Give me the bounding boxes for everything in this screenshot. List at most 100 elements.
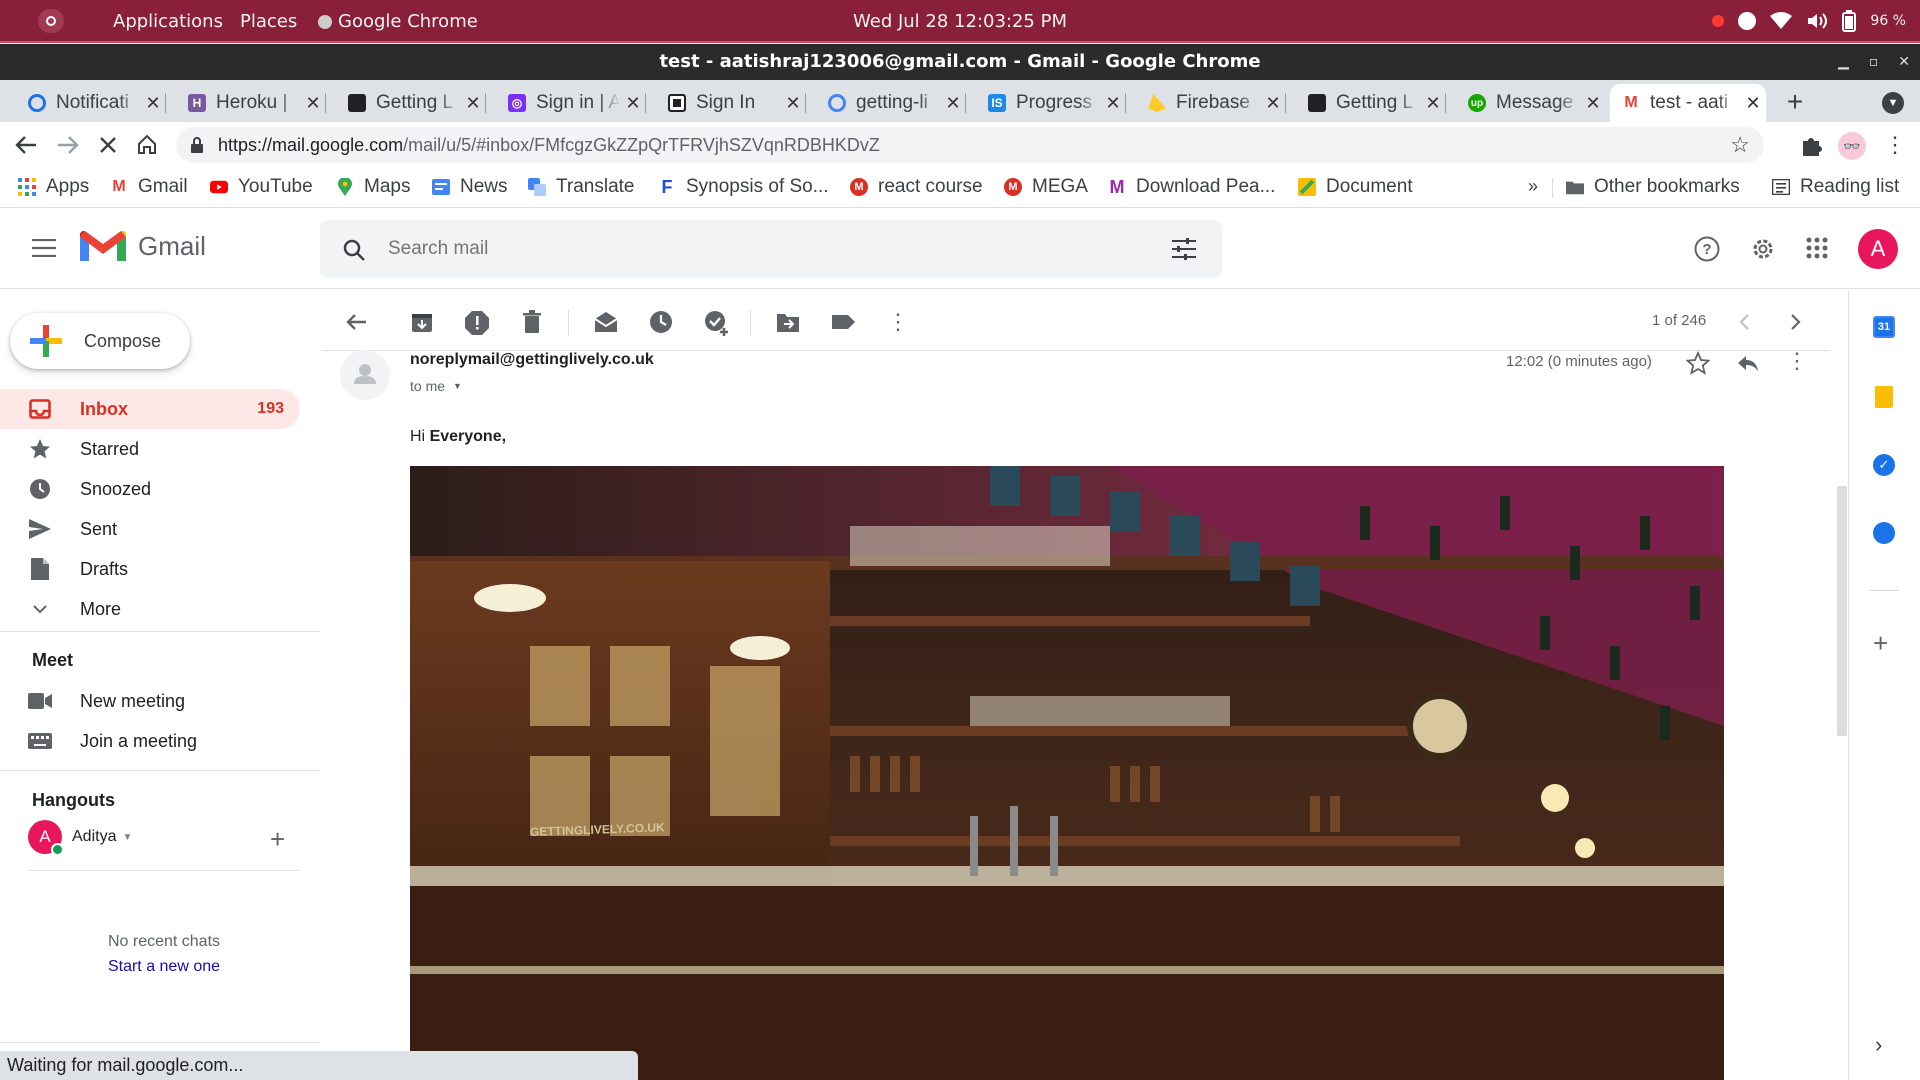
report-spam-icon[interactable]	[461, 306, 493, 338]
back-to-inbox-icon[interactable]	[340, 306, 372, 338]
get-addons-plus-icon[interactable]: +	[1873, 628, 1888, 659]
older-chevron-right-icon[interactable]	[1788, 313, 1802, 331]
start-new-chat-link[interactable]: Start a new one	[0, 958, 328, 976]
tab-close-icon[interactable]: ✕	[780, 93, 806, 114]
message-more-icon[interactable]: ⋮	[1786, 348, 1808, 374]
tab-close-icon[interactable]: ✕	[300, 93, 326, 114]
accessibility-icon[interactable]	[1738, 12, 1757, 30]
extensions-puzzle-icon[interactable]	[1800, 135, 1822, 157]
bookmark-translate[interactable]: Translate	[528, 176, 635, 198]
tab-close-icon[interactable]: ✕	[1740, 93, 1766, 114]
tab-close-icon[interactable]: ✕	[1100, 93, 1126, 114]
tab-close-icon[interactable]: ✕	[620, 93, 646, 114]
bookmark-apps[interactable]: Apps	[18, 176, 89, 198]
add-chat-plus-icon[interactable]: +	[270, 826, 285, 852]
search-input[interactable]	[388, 234, 1108, 264]
browser-tab[interactable]: Getting L ✕	[1296, 84, 1446, 122]
new-meeting[interactable]: New meeting	[0, 681, 300, 721]
browser-tab[interactable]: Notificati ✕	[16, 84, 166, 122]
tab-close-icon[interactable]: ✕	[1260, 93, 1286, 114]
app-menu[interactable]: Google Chrome	[318, 11, 478, 32]
move-to-folder-icon[interactable]	[772, 306, 804, 338]
sender-email[interactable]: noreplymail@gettinglively.co.uk	[410, 351, 654, 369]
tab-close-icon[interactable]: ✕	[940, 93, 966, 114]
star-message-icon[interactable]	[1686, 351, 1710, 375]
volume-icon[interactable]	[1806, 12, 1828, 30]
places-menu[interactable]: Places	[240, 11, 297, 32]
snooze-clock-icon[interactable]	[645, 306, 677, 338]
hide-panel-chevron-icon[interactable]: ›	[1875, 1032, 1882, 1058]
hangouts-user[interactable]: A Aditya ▼	[28, 820, 132, 856]
browser-tab[interactable]: Firebase ✕	[1136, 84, 1286, 122]
back-arrow-icon[interactable]	[14, 134, 38, 156]
nav-inbox[interactable]: Inbox 193	[0, 389, 300, 429]
bookmark-star-icon[interactable]: ☆	[1730, 127, 1750, 163]
record-indicator-icon[interactable]	[1712, 15, 1725, 27]
forward-arrow-icon[interactable]	[56, 134, 80, 156]
more-options-icon[interactable]: ⋮	[882, 306, 914, 338]
bookmark-react-course[interactable]: Mreact course	[850, 176, 983, 198]
delete-trash-icon[interactable]	[516, 306, 548, 338]
search-icon[interactable]	[342, 238, 366, 262]
nav-snoozed[interactable]: Snoozed	[0, 469, 300, 509]
contacts-icon[interactable]	[1873, 522, 1895, 544]
bookmark-gmail[interactable]: M Gmail	[110, 176, 187, 198]
tab-close-icon[interactable]: ✕	[140, 93, 166, 114]
details-caret-icon[interactable]: ▼	[453, 381, 462, 391]
tab-search-button[interactable]: ▼	[1882, 92, 1904, 114]
browser-tab[interactable]: Getting L ✕	[336, 84, 486, 122]
bookmarks-overflow-chevron-icon[interactable]: »	[1528, 176, 1538, 197]
recipient-line[interactable]: to me ▼	[410, 378, 462, 394]
bookmark-news[interactable]: News	[432, 176, 508, 198]
tab-close-icon[interactable]: ✕	[460, 93, 486, 114]
status-caret-icon[interactable]: ▼	[122, 832, 132, 843]
browser-tab[interactable]: up Message ✕	[1456, 84, 1606, 122]
main-menu-hamburger-icon[interactable]	[32, 239, 56, 257]
scrollbar-thumb[interactable]	[1837, 486, 1847, 736]
bookmark-maps[interactable]: Maps	[336, 176, 410, 198]
reading-list[interactable]: Reading list	[1772, 176, 1899, 198]
archive-icon[interactable]	[406, 306, 438, 338]
system-tray[interactable]: 96 %	[1712, 10, 1906, 32]
minimize-button[interactable]: ▁	[1838, 44, 1849, 80]
tab-close-icon[interactable]: ✕	[1580, 93, 1606, 114]
browser-tab[interactable]: Sign In ✕	[656, 84, 806, 122]
google-apps-grid-icon[interactable]	[1806, 237, 1828, 259]
battery-icon[interactable]	[1842, 10, 1857, 32]
nav-sent[interactable]: Sent	[0, 509, 300, 549]
gmail-logo[interactable]: Gmail	[80, 229, 206, 263]
clock[interactable]: Wed Jul 28 12:03:25 PM	[853, 11, 1067, 32]
nav-drafts[interactable]: Drafts	[0, 549, 300, 589]
browser-tab[interactable]: getting-li ✕	[816, 84, 966, 122]
maximize-button[interactable]: ▫	[1869, 44, 1879, 80]
search-bar[interactable]	[320, 220, 1222, 278]
calendar-icon[interactable]: 31	[1873, 316, 1895, 338]
lock-icon[interactable]	[190, 137, 204, 153]
applications-menu[interactable]: Applications	[113, 11, 223, 32]
nav-more[interactable]: More	[0, 589, 300, 629]
bookmark-mega[interactable]: M MEGA	[1004, 176, 1088, 198]
profile-avatar[interactable]: 👓	[1838, 132, 1866, 160]
chrome-menu-icon[interactable]: ⋮	[1884, 132, 1906, 158]
address-bar[interactable]: https://mail.google.com/mail/u/5/#inbox/…	[176, 127, 1764, 163]
browser-tab[interactable]: H Heroku | ✕	[176, 84, 326, 122]
tasks-icon[interactable]: ✓	[1873, 454, 1895, 476]
nav-starred[interactable]: Starred	[0, 429, 300, 469]
wifi-icon[interactable]	[1770, 12, 1793, 30]
bookmark-download[interactable]: M Download Pea...	[1108, 176, 1276, 198]
activities-button[interactable]	[38, 9, 64, 33]
close-window-button[interactable]: ✕	[1898, 44, 1910, 80]
bookmark-youtube[interactable]: YouTube	[210, 176, 313, 198]
window-title-bar[interactable]: test - aatishraj123006@gmail.com - Gmail…	[0, 44, 1920, 80]
compose-button[interactable]: Compose	[10, 313, 190, 369]
home-icon[interactable]	[136, 133, 158, 155]
other-bookmarks[interactable]: Other bookmarks	[1566, 176, 1740, 198]
add-to-tasks-icon[interactable]	[700, 306, 732, 338]
mark-unread-icon[interactable]	[590, 306, 622, 338]
bookmark-synopsis[interactable]: F Synopsis of So...	[658, 176, 829, 198]
help-icon[interactable]: ?	[1694, 236, 1720, 262]
label-tag-icon[interactable]	[827, 306, 859, 338]
new-tab-button[interactable]: +	[1778, 88, 1812, 118]
browser-tab[interactable]: ◎ Sign in | A ✕	[496, 84, 646, 122]
tab-close-icon[interactable]: ✕	[1420, 93, 1446, 114]
